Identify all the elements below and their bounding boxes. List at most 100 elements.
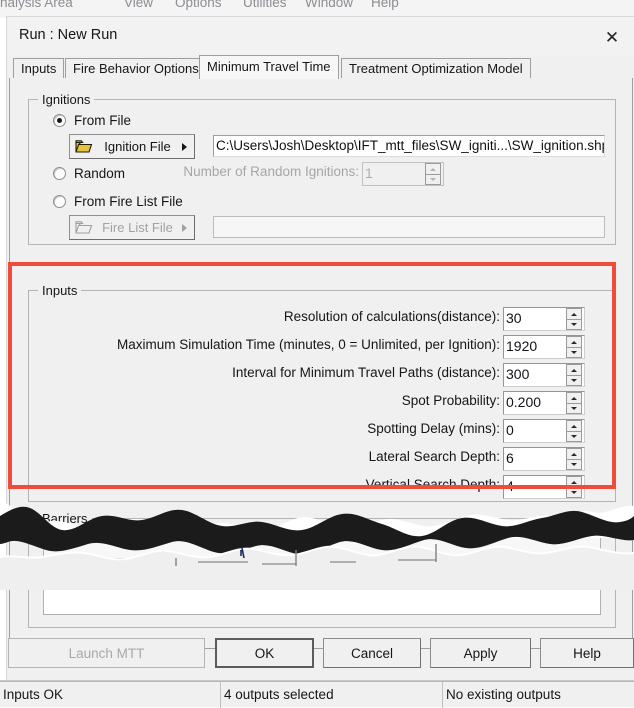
chevron-right-icon [182, 142, 187, 151]
menu-item-view[interactable]: View [124, 0, 153, 10]
vertical-search-depth-stepper[interactable]: 4 [503, 475, 585, 499]
vertical-search-depth-label: Vertical Search Depth: [365, 477, 500, 492]
spotting-delay-label: Spotting Delay (mins): [367, 421, 500, 436]
menu-item-utilities[interactable]: Utilities [243, 0, 287, 10]
cancel-button[interactable]: Cancel [323, 638, 421, 668]
stepper-down-icon[interactable] [566, 431, 582, 442]
status-inputs: Inputs OK [0, 681, 220, 708]
resolution-of-calculations-stepper[interactable]: 30 [503, 307, 585, 331]
menu-item-window[interactable]: Window [305, 0, 353, 10]
mtt-inputs-group: Inputs Resolution of calculations(distan… [28, 283, 616, 502]
close-icon[interactable]: ✕ [594, 24, 630, 50]
help-button[interactable]: Help [540, 638, 634, 668]
menu-item-help[interactable]: Help [371, 0, 399, 10]
stepper-down-icon[interactable] [566, 459, 582, 470]
ignitions-group: Ignitions From File Ignition File C:\Use… [28, 92, 616, 245]
interval-for-minimum-travel-paths-row: Interval for Minimum Travel Paths (dista… [232, 363, 585, 387]
stepper-down-icon[interactable] [566, 487, 582, 498]
stepper-buttons [566, 448, 582, 470]
stepper-buttons [425, 163, 441, 185]
number-of-random-ignitions-row: Number of Random Ignitions: 1 [183, 162, 444, 186]
minimum-travel-time-panel: Ignitions From File Ignition File C:\Use… [9, 78, 633, 649]
ignitions-group-legend: Ignitions [38, 92, 95, 107]
resolution-of-calculations-row: Resolution of calculations(distance): 30 [284, 307, 585, 331]
fire-list-file-path-field[interactable] [213, 216, 605, 238]
radio-from-file[interactable]: From File [53, 113, 131, 128]
stepper-down-icon[interactable] [425, 174, 441, 185]
stepper-up-icon[interactable] [425, 163, 441, 175]
ignition-file-browse-label: Ignition File [104, 139, 171, 154]
maximum-simulation-time-stepper[interactable]: 1920 [503, 335, 585, 359]
dialog-button-row: Launch MTT OK Cancel Apply Help [0, 638, 634, 670]
interval-for-minimum-travel-paths-stepper[interactable]: 300 [503, 363, 585, 387]
barriers-group: Barriers [28, 511, 616, 628]
stepper-buttons [566, 336, 582, 358]
status-bar: Inputs OK 4 outputs selected No existing… [0, 680, 634, 708]
lateral-search-depth-stepper[interactable]: 6 [503, 447, 585, 471]
spotting-delay-stepper[interactable]: 0 [503, 419, 585, 443]
number-of-random-ignitions-label: Number of Random Ignitions: [183, 164, 359, 179]
open-folder-icon [75, 220, 93, 235]
radio-random[interactable]: Random [53, 166, 125, 181]
radio-random-indicator[interactable] [53, 167, 66, 180]
stepper-up-icon[interactable] [566, 448, 582, 460]
radio-from-fire-list-file[interactable]: From Fire List File [53, 194, 183, 209]
apply-button[interactable]: Apply [430, 638, 531, 668]
interval-for-minimum-travel-paths-label: Interval for Minimum Travel Paths (dista… [232, 365, 500, 380]
barriers-list[interactable] [43, 565, 601, 615]
vertical-search-depth-row: Vertical Search Depth: 4 [366, 475, 585, 499]
stepper-buttons [566, 308, 582, 330]
number-of-random-ignitions-stepper[interactable]: 1 [362, 162, 444, 186]
stepper-down-icon[interactable] [566, 347, 582, 358]
vertical-search-depth-value: 4 [506, 478, 514, 494]
stepper-down-icon[interactable] [566, 375, 582, 386]
dialog-title: Run : New Run [19, 27, 118, 43]
fire-list-file-browse-label: Fire List File [102, 220, 173, 235]
stepper-down-icon[interactable] [566, 319, 582, 330]
spot-probability-label: Spot Probability: [401, 393, 500, 408]
tab-fire-behavior-options[interactable]: Fire Behavior Options [65, 58, 207, 78]
stepper-up-icon[interactable] [566, 420, 582, 432]
tab-strip: Inputs Fire Behavior Options Minimum Tra… [7, 55, 634, 79]
maximum-simulation-time-label: Maximum Simulation Time (minutes, 0 = Un… [116, 337, 500, 352]
fire-list-file-browse-button[interactable]: Fire List File [69, 215, 195, 240]
ok-button[interactable]: OK [215, 638, 314, 668]
stepper-up-icon[interactable] [566, 476, 582, 488]
spot-probability-row: Spot Probability: 0.200 [402, 391, 585, 415]
chevron-right-icon [182, 223, 187, 232]
dialog-titlebar: Run : New Run ✕ [7, 17, 634, 55]
ignition-file-path-field[interactable]: C:\Users\Josh\Desktop\IFT_mtt_files\SW_i… [213, 135, 605, 157]
lateral-search-depth-label: Lateral Search Depth: [368, 449, 500, 464]
resolution-of-calculations-label: Resolution of calculations(distance): [283, 309, 500, 324]
barriers-toolbar[interactable] [43, 533, 601, 559]
tab-treatment-optimization-model[interactable]: Treatment Optimization Model [341, 58, 531, 78]
spotting-delay-value: 0 [506, 422, 514, 438]
menu-item-analysis-area[interactable]: nalysis Area [0, 0, 73, 10]
ignition-file-browse-button[interactable]: Ignition File [69, 134, 195, 159]
open-folder-icon [75, 139, 93, 154]
radio-from-fire-list-file-indicator[interactable] [53, 195, 66, 208]
stepper-down-icon[interactable] [566, 403, 582, 414]
barriers-group-legend: Barriers [38, 511, 92, 526]
stepper-buttons [566, 420, 582, 442]
menu-item-options[interactable]: Options [175, 0, 222, 10]
tab-inputs[interactable]: Inputs [13, 58, 65, 78]
stepper-up-icon[interactable] [566, 336, 582, 348]
stepper-buttons [566, 476, 582, 498]
resolution-of-calculations-value: 30 [506, 310, 522, 326]
maximum-simulation-time-row: Maximum Simulation Time (minutes, 0 = Un… [117, 335, 585, 359]
maximum-simulation-time-value: 1920 [506, 338, 538, 354]
stepper-up-icon[interactable] [566, 308, 582, 320]
spot-probability-value: 0.200 [506, 394, 542, 410]
status-outputs-selected: 4 outputs selected [220, 681, 442, 708]
stepper-up-icon[interactable] [566, 364, 582, 376]
stepper-up-icon[interactable] [566, 392, 582, 404]
interval-for-minimum-travel-paths-value: 300 [506, 366, 530, 382]
tab-minimum-travel-time[interactable]: Minimum Travel Time [199, 55, 339, 79]
status-existing-outputs: No existing outputs [442, 681, 634, 708]
radio-from-fire-list-file-label: From Fire List File [74, 194, 183, 209]
launch-mtt-button[interactable]: Launch MTT [8, 638, 205, 668]
spot-probability-stepper[interactable]: 0.200 [503, 391, 585, 415]
radio-from-file-indicator[interactable] [53, 114, 66, 127]
number-of-random-ignitions-value: 1 [365, 165, 373, 181]
